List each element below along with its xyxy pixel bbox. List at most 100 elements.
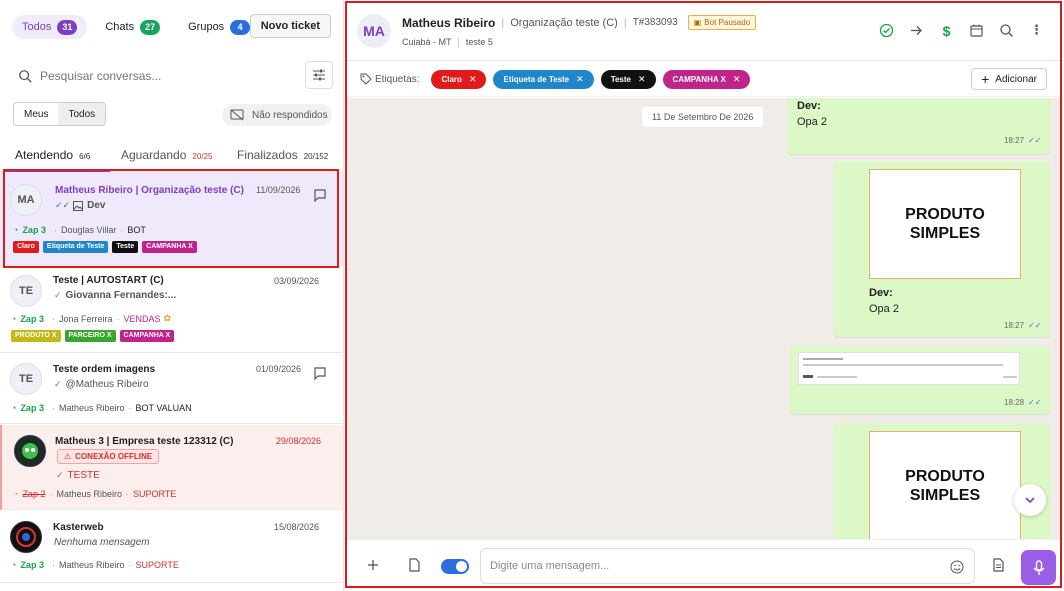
ticket-item[interactable]: TE Teste | AUTOSTART (C) 03/09/2026 ✓ Gi… — [0, 267, 343, 353]
sender-name: Dev: — [797, 100, 821, 112]
tab-grupos[interactable]: Grupos 4 — [178, 15, 260, 39]
ticket-item[interactable]: MA Matheus Ribeiro | Organização teste (… — [0, 172, 343, 266]
chat-tag[interactable]: Teste ✕ — [600, 69, 656, 89]
transfer-arrow-icon[interactable] — [909, 23, 924, 38]
document-icon[interactable] — [991, 558, 1005, 572]
chat-tag[interactable]: Etiqueta de Teste ✕ — [493, 69, 594, 89]
queue-name: BOT — [127, 225, 146, 235]
tag-badge: PRODUTO X — [11, 330, 61, 342]
more-vertical-icon[interactable]: ⋮ — [1029, 23, 1044, 38]
warning-icon: ⚠ — [64, 452, 72, 461]
chat-bubble-icon[interactable] — [313, 366, 327, 380]
chevron-down-icon — [1025, 497, 1035, 504]
tab-count-badge: 4 — [230, 19, 251, 35]
tag-text: CAMPANHA X — [672, 74, 726, 84]
seg-todos[interactable]: Todos — [58, 103, 106, 125]
product-image[interactable]: PRODUTO SIMPLES — [869, 169, 1021, 279]
add-tag-button[interactable]: + Adicionar — [971, 68, 1047, 90]
queue-name: BOT VALUAN — [135, 403, 192, 413]
message-time: 18:27 ✓✓ — [1004, 136, 1042, 145]
scroll-down-button[interactable] — [1014, 484, 1046, 516]
bot-paused-badge[interactable]: ▣ Bot Pausado — [687, 15, 757, 30]
contact-name[interactable]: Matheus Ribeiro — [402, 16, 495, 30]
tab-finalizados[interactable]: Finalizados 20/152 — [237, 148, 328, 162]
messages-area[interactable]: 11 De Setembro De 2026 Dev: Opa 2 18:27 ✓… — [347, 98, 1060, 539]
message-bubble[interactable]: PRODUTO SIMPLES — [834, 423, 1050, 539]
tab-aguardando[interactable]: Aguardando 20/25 — [121, 148, 212, 162]
date-divider: 11 De Setembro De 2026 — [642, 107, 764, 127]
organization-name: Organização teste (C) — [510, 16, 618, 29]
remove-tag-icon[interactable]: ✕ — [638, 74, 646, 85]
tag-badge: Claro — [13, 241, 39, 253]
remove-tag-icon[interactable]: ✕ — [733, 74, 741, 85]
image-icon — [73, 200, 84, 211]
message-bubble[interactable]: PRODUTO SIMPLES Dev: Opa 2 18:27 ✓✓ — [834, 161, 1050, 337]
chat-tag[interactable]: CAMPANHA X ✕ — [662, 69, 751, 89]
assigned-user: Matheus Ribeiro — [58, 403, 125, 413]
resolve-check-icon[interactable] — [879, 23, 894, 38]
ticket-last-message: ✓ TESTE — [56, 470, 100, 481]
tag-text: Etiqueta de Teste — [503, 74, 570, 84]
contact-queue: teste 5 — [465, 37, 493, 47]
signature-toggle[interactable] — [441, 559, 469, 574]
plus-icon[interactable] — [366, 558, 380, 572]
assigned-user: Matheus Ribeiro — [56, 489, 122, 499]
search-icon[interactable] — [999, 23, 1014, 38]
tab-atendendo[interactable]: Atendendo 6/6 — [15, 148, 90, 162]
ticket-tags: Claro Etiqueta de Teste Teste CAMPANHA X — [13, 241, 201, 253]
contact-title-line: Matheus Ribeiro | Organização teste (C) … — [402, 15, 757, 30]
new-ticket-button[interactable]: Novo ticket — [249, 14, 331, 38]
robot-avatar-icon — [22, 443, 38, 459]
assigned-user: Douglas Villar — [60, 225, 117, 235]
add-label: Adicionar — [995, 73, 1037, 85]
ticket-item[interactable]: Matheus 3 | Empresa teste 123312 (C) 29/… — [0, 425, 343, 510]
message-bubble[interactable]: 18:28 ✓✓ — [790, 346, 1050, 414]
search-icon — [19, 70, 32, 83]
connection-offline-badge: ⚠ CONEXÃO OFFLINE — [57, 449, 160, 464]
double-check-icon: ✓✓ — [1028, 136, 1042, 145]
product-image[interactable]: PRODUTO SIMPLES — [869, 431, 1021, 539]
contact-avatar[interactable]: MA — [357, 14, 391, 48]
file-icon[interactable] — [407, 558, 421, 572]
plus-icon: + — [981, 71, 990, 87]
calendar-icon[interactable] — [969, 23, 984, 38]
message-time: 18:28 ✓✓ — [1004, 398, 1042, 407]
message-text: TESTE — [67, 470, 100, 481]
ticket-item[interactable]: Kasterweb 15/08/2026 Nenhuma mensagem ◔ … — [0, 511, 343, 583]
seg-meus[interactable]: Meus — [14, 103, 58, 125]
message-input[interactable]: Digite uma mensagem... — [480, 548, 975, 584]
tab-label: Finalizados — [237, 148, 298, 162]
tab-todos[interactable]: Todos 31 — [12, 15, 88, 39]
document-preview[interactable] — [798, 352, 1020, 385]
ticket-id: T#383093 — [632, 17, 678, 28]
message-bubble[interactable]: Dev: Opa 2 18:27 ✓✓ — [788, 98, 1050, 154]
connection-name: Zap 3 — [22, 225, 46, 235]
ticket-last-message: ✓ @Matheus Ribeiro — [54, 379, 149, 390]
chat-tag[interactable]: Claro ✕ — [431, 69, 487, 89]
search-input[interactable] — [40, 69, 280, 83]
tab-chats[interactable]: Chats 27 — [95, 15, 170, 39]
filter-button[interactable] — [305, 61, 333, 89]
microphone-button[interactable] — [1021, 550, 1056, 585]
message-time: 18:27 ✓✓ — [1004, 321, 1042, 330]
chat-panel: MA Matheus Ribeiro | Organização teste (… — [345, 1, 1062, 588]
unanswered-filter-button[interactable]: Não respondidos — [222, 104, 332, 126]
tag-text: Teste — [610, 74, 631, 84]
chat-bubble-icon[interactable] — [313, 188, 327, 202]
sender-name: Dev: — [869, 287, 893, 299]
chat-off-icon — [230, 109, 244, 121]
ticket-meta: ◔ Zap 3 · Matheus Ribeiro · SUPORTE — [11, 560, 179, 570]
remove-tag-icon[interactable]: ✕ — [576, 74, 584, 85]
emoji-icon[interactable] — [950, 560, 964, 574]
ticket-meta: ◔ Zap 3 · Matheus Ribeiro · BOT VALUAN — [11, 403, 192, 413]
tag-badge: CAMPANHA X — [142, 241, 197, 253]
remove-tag-icon[interactable]: ✕ — [469, 74, 477, 85]
chat-header: MA Matheus Ribeiro | Organização teste (… — [347, 3, 1060, 61]
dollar-icon[interactable]: $ — [939, 23, 954, 39]
double-check-icon: ✓✓ — [55, 200, 71, 210]
ticket-item[interactable]: TE Teste ordem imagens 01/09/2026 ✓ @Mat… — [0, 354, 343, 424]
message-text: @Matheus Ribeiro — [65, 379, 149, 390]
tab-count: 20/152 — [303, 152, 329, 161]
app: Todos 31 Chats 27 Grupos 4 Novo ticket M… — [0, 0, 1064, 591]
tag-badge: Etiqueta de Teste — [42, 241, 109, 253]
